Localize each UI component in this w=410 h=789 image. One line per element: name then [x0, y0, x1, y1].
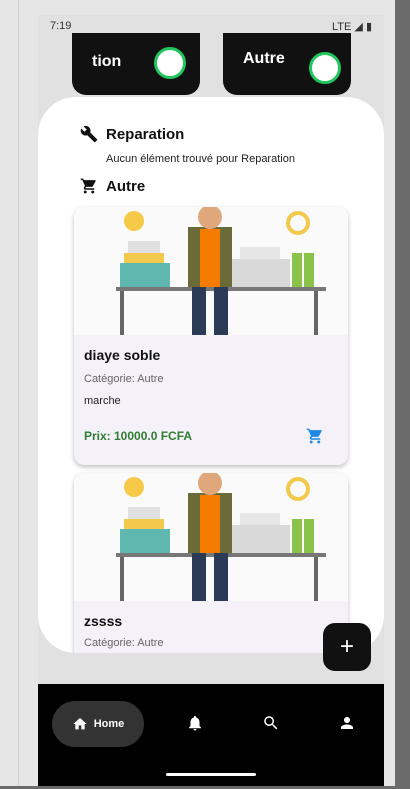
- status-network: LTE ◢ ▮: [332, 20, 372, 33]
- empty-message: Aucun élément trouvé pour Reparation: [106, 153, 295, 165]
- product-description: marche: [84, 395, 121, 407]
- product-image: [74, 207, 348, 335]
- section-autre-header: Autre: [80, 177, 145, 195]
- section-autre-title: Autre: [106, 177, 146, 195]
- cart-icon: [80, 178, 96, 194]
- category-pill-2[interactable]: Autre: [223, 33, 351, 95]
- bottom-nav: Home: [38, 684, 384, 786]
- product-price: Prix: 10000.0 FCFA: [84, 429, 193, 443]
- battery-icon: ▮: [365, 21, 372, 33]
- window-frame-left: [0, 0, 19, 789]
- phone-screen: 7:19 LTE ◢ ▮ tion Autre Reparation Aucun…: [38, 15, 384, 786]
- nav-home-label: Home: [93, 718, 125, 730]
- product-image: [74, 473, 348, 601]
- category-pill-1-label: tion: [92, 53, 122, 70]
- category-pill-2-label: Autre: [243, 50, 285, 67]
- category-pill-1-toggle[interactable]: [154, 47, 186, 79]
- wrench-icon: [80, 125, 98, 143]
- product-illustration: [74, 207, 348, 335]
- category-pill-1[interactable]: tion: [72, 33, 200, 95]
- section-reparation-title: Reparation: [106, 125, 185, 143]
- home-icon: [73, 718, 87, 730]
- product-name: zssss: [84, 613, 123, 629]
- add-fab-button[interactable]: +: [323, 623, 371, 671]
- product-category: Catégorie: Autre: [84, 373, 164, 385]
- category-pill-2-toggle[interactable]: [309, 52, 341, 84]
- product-card[interactable]: diaye soble Catégorie: Autre marche Prix…: [74, 207, 348, 465]
- product-name: diaye soble: [84, 347, 161, 363]
- product-illustration: [74, 473, 348, 601]
- plus-icon: +: [339, 633, 354, 660]
- bell-icon[interactable]: [186, 714, 204, 732]
- gesture-home-bar[interactable]: [166, 773, 256, 776]
- content-card: Reparation Aucun élément trouvé pour Rep…: [38, 97, 384, 653]
- network-label: LTE: [331, 21, 352, 33]
- nav-home-button[interactable]: Home: [52, 701, 144, 747]
- signal-icon: ◢: [354, 21, 363, 33]
- add-to-cart-icon[interactable]: [306, 427, 324, 445]
- window-frame-right: [395, 0, 410, 789]
- search-icon[interactable]: [262, 714, 280, 732]
- status-time: 7:19: [50, 20, 72, 32]
- product-card[interactable]: zssss Catégorie: Autre: [74, 473, 348, 653]
- person-icon[interactable]: [338, 714, 356, 732]
- product-category: Catégorie: Autre: [84, 637, 164, 649]
- section-reparation-header: Reparation: [80, 125, 184, 143]
